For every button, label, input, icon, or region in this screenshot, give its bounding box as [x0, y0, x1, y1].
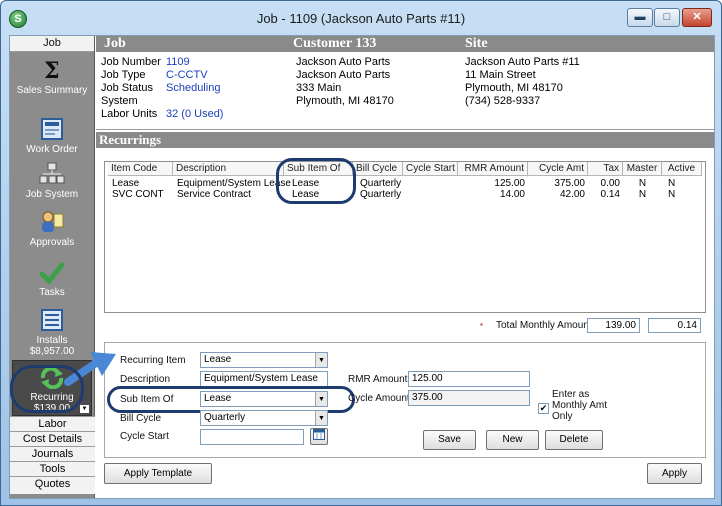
apply-template-button[interactable]: Apply Template	[104, 463, 212, 484]
total-marker: ▪	[480, 320, 483, 329]
total-tax-field: 0.14	[648, 318, 701, 333]
calendar-button[interactable]	[310, 428, 328, 445]
calendar-icon	[313, 429, 325, 440]
total-monthly-label: Total Monthly Amount	[496, 320, 592, 331]
cell-bill-cycle[interactable]: Quarterly	[360, 178, 401, 189]
cycle-start-input[interactable]	[200, 429, 304, 445]
cycle-amount-field: 375.00	[408, 390, 530, 406]
close-button[interactable]: ✕	[682, 8, 712, 27]
recurring-item-select[interactable]: Lease ▼	[200, 352, 328, 368]
header-site: Site	[465, 36, 488, 51]
cell-bill-cycle[interactable]: Quarterly	[360, 189, 401, 200]
apply-button[interactable]: Apply	[647, 463, 702, 484]
total-monthly-field: 139.00	[587, 318, 640, 333]
cell-master[interactable]: N	[623, 189, 662, 200]
site-line: 11 Main Street	[465, 69, 536, 81]
cell-active[interactable]: N	[668, 178, 675, 189]
header-customer: Customer 133	[293, 36, 377, 51]
column-header[interactable]: RMR Amount	[458, 162, 528, 176]
column-header[interactable]: Cycle Start	[403, 162, 458, 176]
sidebar-tab-tools[interactable]: Tools	[10, 461, 95, 476]
customer-line: Jackson Auto Parts	[296, 56, 391, 68]
sidebar-tab-quotes[interactable]: Quotes	[10, 476, 95, 494]
maximize-button[interactable]: □	[654, 8, 680, 27]
description-input[interactable]: Equipment/System Lease	[200, 371, 328, 387]
chevron-down-icon[interactable]: ▼	[315, 411, 327, 425]
chevron-down-icon[interactable]: ▼	[315, 353, 327, 367]
customer-address: Jackson Auto Parts Jackson Auto Parts 33…	[296, 56, 394, 108]
enter-monthly-checkbox[interactable]: ✔	[538, 403, 549, 414]
job-window: S Job - 1109 (Jackson Auto Parts #11) ▬ …	[0, 0, 722, 506]
cell-master[interactable]: N	[623, 178, 662, 189]
highlight-oval	[10, 365, 84, 413]
window-title: Job - 1109 (Jackson Auto Parts #11)	[256, 11, 466, 26]
bill-cycle-select[interactable]: Quarterly ▼	[200, 410, 328, 426]
sidebar-tab-journals[interactable]: Journals	[10, 446, 95, 461]
site-line: Jackson Auto Parts #11	[465, 56, 580, 68]
column-header[interactable]: Master	[623, 162, 662, 176]
customer-line: 333 Main	[296, 82, 342, 94]
site-address: Jackson Auto Parts #11 11 Main Street Pl…	[465, 56, 580, 108]
cell-tax[interactable]: 0.14	[588, 189, 620, 200]
site-line: (734) 528-9337	[465, 95, 541, 107]
title-bar: S Job - 1109 (Jackson Auto Parts #11) ▬ …	[1, 1, 721, 35]
highlight-oval	[276, 158, 356, 204]
rmr-amount-input[interactable]: 125.00	[408, 371, 530, 387]
client-area: Job Σ Sales Summary Work Order Job Syste…	[9, 35, 715, 499]
cell-cycle-amt[interactable]: 375.00	[528, 178, 585, 189]
column-header[interactable]: Bill Cycle	[353, 162, 403, 176]
column-header[interactable]: Cycle Amt	[528, 162, 588, 176]
cell-cycle-amt[interactable]: 42.00	[528, 189, 585, 200]
cell-rmr[interactable]: 14.00	[458, 189, 525, 200]
rmr-amount-label: RMR Amount	[348, 374, 408, 385]
site-line: Plymouth, MI 48170	[465, 82, 563, 94]
cell-rmr[interactable]: 125.00	[458, 178, 525, 189]
new-button[interactable]: New	[486, 430, 539, 450]
cell-active[interactable]: N	[668, 189, 675, 200]
cycle-amount-label: Cycle Amount	[348, 393, 410, 404]
customer-line: Plymouth, MI 48170	[296, 95, 394, 107]
column-header[interactable]: Active	[662, 162, 702, 176]
column-header[interactable]: Tax	[588, 162, 623, 176]
cell-tax[interactable]: 0.00	[588, 178, 620, 189]
delete-button[interactable]: Delete	[545, 430, 603, 450]
bill-cycle-value: Quarterly	[204, 412, 246, 423]
customer-line: Jackson Auto Parts	[296, 69, 391, 81]
minimize-button[interactable]: ▬	[627, 8, 653, 27]
save-button[interactable]: Save	[423, 430, 476, 450]
enter-monthly-label: Enter as Monthly Amt Only	[552, 389, 608, 422]
